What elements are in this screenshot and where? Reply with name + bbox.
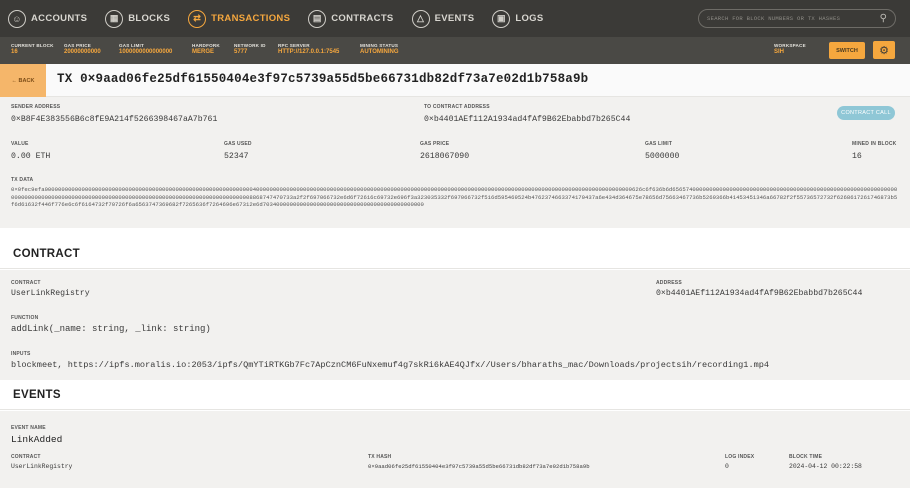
search-icon[interactable]: ⚲ (880, 13, 887, 24)
stat-label: GAS PRICE (64, 43, 92, 48)
nav-events-label: EVENTS (434, 13, 475, 24)
log-index-label: LOG INDEX (725, 454, 755, 460)
nav-events[interactable]: △ EVENTS (411, 0, 475, 37)
account-icon: ☺ (8, 9, 26, 28)
stat-mining-status: MINING STATUS AUTOMINING (360, 43, 399, 55)
contract-address-label: ADDRESS (656, 280, 682, 286)
stat-value: 5777 (234, 49, 248, 55)
stat-gas-price: GAS PRICE 20000000000 (64, 43, 101, 55)
stat-label: NETWORK ID (234, 43, 266, 48)
events-panel (0, 411, 910, 488)
event-contract: UserLinkRegistry (11, 463, 73, 470)
nav-accounts-label: ACCOUNTS (31, 13, 88, 24)
events-icon: △ (411, 9, 430, 28)
nav-accounts[interactable]: ☺ ACCOUNTS (8, 0, 87, 37)
contracts-icon: ▤ (308, 9, 327, 28)
stat-rpc-server: RPC SERVER HTTP://127.0.0.1:7545 (278, 43, 339, 55)
stat-label: GAS LIMIT (119, 43, 145, 48)
transactions-icon: ⇄ (188, 9, 207, 28)
stat-label: WORKSPACE (774, 43, 806, 48)
nav-logs-label: LOGS (515, 13, 544, 24)
function-inputs: blockmeet, https://ipfs.moralis.io:2053/… (11, 360, 770, 370)
gas-price: 2618067090 (420, 152, 470, 161)
page-title: TX 0×9aad06fe25df61550404e3f97c5739a55d5… (57, 72, 589, 86)
nav-logs[interactable]: ▣ LOGS (492, 0, 543, 37)
tx-header: ← BACK TX 0×9aad06fe25df61550404e3f97c57… (0, 64, 910, 97)
stat-label: HARDFORK (192, 43, 220, 48)
back-button[interactable]: ← BACK (0, 64, 46, 97)
nav-contracts[interactable]: ▤ CONTRACTS (308, 0, 393, 37)
log-index: 0 (725, 463, 729, 470)
stat-value: SIH (774, 49, 785, 55)
stat-value: MERGE (192, 49, 215, 55)
stat-label: CURRENT BLOCK (11, 43, 54, 48)
event-name-label: EVENT NAME (11, 425, 46, 431)
stat-workspace: WORKSPACE SIH (774, 43, 806, 55)
block-time-label: BLOCK TIME (789, 454, 823, 460)
nav-transactions-label: TRANSACTIONS (211, 13, 291, 24)
nav-contracts-label: CONTRACTS (331, 13, 394, 24)
function-signature: addLink(_name: string, _link: string) (11, 324, 211, 334)
sender-label: SENDER ADDRESS (11, 104, 61, 110)
mined-label: MINED IN BLOCK (852, 141, 897, 147)
search-input[interactable] (707, 15, 880, 22)
nav-blocks-label: BLOCKS (128, 13, 171, 24)
to-label: TO CONTRACT ADDRESS (424, 104, 490, 110)
tx-data-label: TX DATA (11, 177, 34, 183)
switch-button[interactable]: SWITCH (829, 42, 865, 59)
stat-current-block: CURRENT BLOCK 16 (11, 43, 54, 55)
event-tx-hash: 0×9aad06fe25df61550404e3f97c5739a55d5be6… (368, 463, 590, 470)
stat-network-id: NETWORK ID 5777 (234, 43, 266, 55)
event-name[interactable]: LinkAdded (11, 434, 62, 445)
contract-section-title: CONTRACT (0, 239, 910, 269)
stat-label: RPC SERVER (278, 43, 310, 48)
gas-limit: 5000000 (645, 152, 680, 161)
blocks-icon: ▦ (105, 9, 124, 28)
value-label: VALUE (11, 141, 29, 147)
contract-name-label: CONTRACT (11, 280, 41, 286)
mined-block: 16 (852, 152, 862, 161)
stat-gas-limit: GAS LIMIT 1000000000000000 (119, 43, 172, 55)
stat-value: HTTP://127.0.0.1:7545 (278, 49, 340, 55)
nav-transactions[interactable]: ⇄ TRANSACTIONS (188, 0, 290, 37)
tx-data: 0×0fec9efa000000000000000000000000000000… (11, 186, 898, 209)
status-bar: CURRENT BLOCK 16 GAS PRICE 20000000000 G… (0, 37, 910, 64)
gas-limit-label: GAS LIMIT (645, 141, 673, 147)
function-label: FUNCTION (11, 315, 39, 321)
gas-used: 52347 (224, 152, 249, 161)
stat-value: 20000000000 (64, 49, 101, 55)
contract-address: 0×b4401AEf112A1934ad4fAf9B62Ebabbd7b265C… (656, 289, 863, 298)
to-address: 0×b4401AEf112A1934ad4fAf9B62Ebabbd7b265C… (424, 115, 631, 124)
search-box: ⚲ (698, 9, 896, 28)
gear-icon: ⚙ (879, 44, 889, 57)
settings-button[interactable]: ⚙ (873, 41, 895, 59)
stat-hardfork: HARDFORK MERGE (192, 43, 220, 55)
events-section-title: EVENTS (0, 380, 910, 410)
stat-label: MINING STATUS (360, 43, 399, 48)
stat-value: AUTOMINING (360, 49, 399, 55)
contract-name: UserLinkRegistry (11, 289, 90, 298)
gas-price-label: GAS PRICE (420, 141, 450, 147)
logs-icon: ▣ (492, 9, 511, 28)
event-contract-label: CONTRACT (11, 454, 41, 460)
gas-used-label: GAS USED (224, 141, 252, 147)
value: 0.00 ETH (11, 152, 51, 161)
stat-value: 1000000000000000 (119, 49, 173, 55)
inputs-label: INPUTS (11, 351, 31, 357)
nav-blocks[interactable]: ▦ BLOCKS (105, 0, 170, 37)
event-tx-hash-label: TX HASH (368, 454, 392, 460)
block-time: 2024-04-12 00:22:58 (789, 463, 862, 470)
sender-address: 0×B8F4E383556B6c8fE9A214f5266398467aA7b7… (11, 115, 218, 124)
stat-value: 16 (11, 49, 18, 55)
contract-call-badge: CONTRACT CALL (837, 106, 895, 120)
